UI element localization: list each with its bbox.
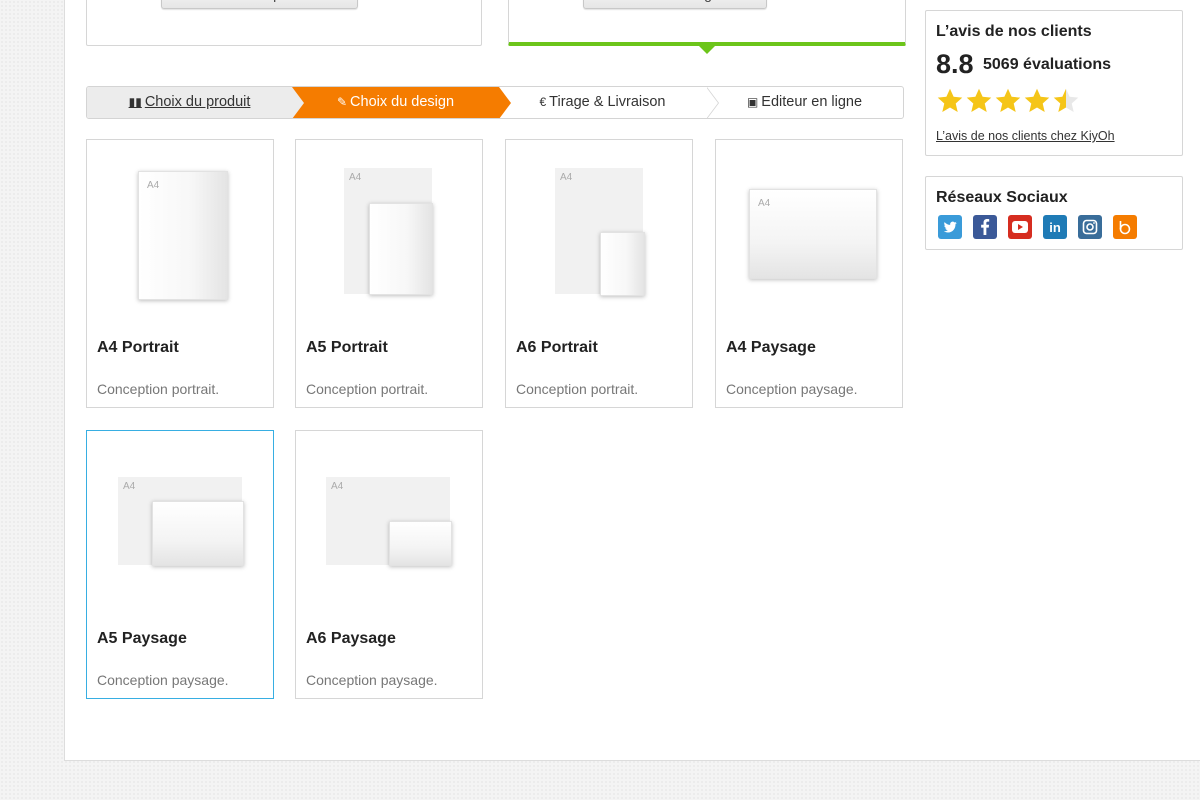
review-score: 8.8 — [936, 49, 974, 79]
facebook-icon[interactable] — [973, 215, 997, 239]
step-separator — [706, 87, 718, 118]
size-label: A4 — [147, 180, 160, 191]
step-separator — [499, 87, 511, 118]
assemble-product-button[interactable]: Assembler mon produit — [161, 0, 358, 9]
step-label: Choix du design — [350, 94, 455, 110]
a5-sheet-preview — [369, 203, 433, 295]
product-card-a5-landscape[interactable]: A4 A5 Paysage Conception paysage. — [86, 430, 274, 699]
star-half-icon — [1053, 88, 1079, 112]
step-product-choice[interactable]: ▮▮ Choix du produit — [87, 87, 292, 118]
star-full-icon — [1024, 88, 1050, 112]
design-icon: ✎ — [336, 95, 348, 109]
card-description: Conception paysage. — [306, 672, 438, 688]
size-label: A4 — [331, 481, 344, 492]
size-label: A4 — [758, 198, 771, 209]
card-title: A6 Portrait — [516, 339, 598, 356]
social-networks-widget: Réseaux Sociaux in — [925, 176, 1183, 250]
product-card-a4-landscape[interactable]: A4 A4 Paysage Conception paysage. — [715, 139, 903, 408]
kiyoh-reviews-link[interactable]: L’avis de nos clients chez KiyOh — [936, 129, 1115, 143]
step-navigation: ▮▮ Choix du produit ✎ Choix du design € … — [86, 86, 904, 119]
a4-landscape-sheet-preview: A4 — [749, 189, 877, 279]
size-label: A4 — [560, 172, 573, 183]
social-title: Réseaux Sociaux — [936, 189, 1068, 206]
social-icons: in — [938, 215, 1137, 239]
step-label: Editeur en ligne — [761, 94, 863, 110]
step-separator — [292, 87, 304, 118]
product-card-a4-portrait[interactable]: A4 A4 Portrait Conception portrait. — [86, 139, 274, 408]
card-description: Conception paysage. — [726, 381, 858, 397]
step-online-editor[interactable]: ▣ Editeur en ligne — [706, 87, 903, 118]
size-label: A4 — [123, 481, 136, 492]
step-label: Choix du produit — [144, 94, 251, 110]
go-to-editor-button[interactable]: Vers l'éditeur en ligne — [583, 0, 767, 9]
twitter-icon[interactable] — [938, 215, 962, 239]
star-full-icon — [966, 88, 992, 112]
review-count: 5069 évaluations — [983, 56, 1112, 73]
card-description: Conception paysage. — [97, 672, 229, 688]
euro-icon: € — [539, 95, 547, 109]
linkedin-icon[interactable]: in — [1043, 215, 1067, 239]
a4-sheet-preview: A4 — [138, 171, 228, 300]
card-description: Conception portrait. — [97, 381, 220, 397]
product-card-a6-portrait[interactable]: A4 A6 Portrait Conception portrait. — [505, 139, 693, 408]
card-title: A4 Portrait — [97, 339, 179, 356]
star-full-icon — [937, 88, 963, 112]
online-editor-box: Vers l'éditeur en ligne — [508, 0, 906, 54]
youtube-icon[interactable] — [1008, 215, 1032, 239]
step-label: Tirage & Livraison — [549, 94, 666, 110]
editor-icon: ▣ — [746, 95, 759, 109]
product-card-a6-landscape[interactable]: A4 A6 Paysage Conception paysage. — [295, 430, 483, 699]
card-description: Conception portrait. — [516, 381, 639, 397]
star-full-icon — [995, 88, 1021, 112]
card-title: A4 Paysage — [726, 339, 816, 356]
card-title: A6 Paysage — [306, 630, 396, 647]
products-icon: ▮▮ — [128, 95, 142, 109]
a5-landscape-sheet-preview — [152, 501, 244, 566]
blog-icon[interactable] — [1113, 215, 1137, 239]
instagram-icon[interactable] — [1078, 215, 1102, 239]
card-title: A5 Paysage — [97, 630, 187, 647]
step-printing-delivery[interactable]: € Tirage & Livraison — [499, 87, 706, 118]
card-description: Conception portrait. — [306, 381, 429, 397]
a6-landscape-sheet-preview — [389, 521, 452, 566]
a6-sheet-preview — [600, 232, 645, 296]
reviews-title: L’avis de nos clients — [936, 23, 1092, 40]
card-title: A5 Portrait — [306, 339, 388, 356]
star-rating — [936, 87, 1080, 115]
customer-reviews-widget: L’avis de nos clients 8.8 5069 évaluatio… — [925, 10, 1183, 156]
size-label: A4 — [349, 172, 362, 183]
assemble-box: Assembler mon produit — [86, 0, 482, 46]
product-card-a5-portrait[interactable]: A4 A5 Portrait Conception portrait. — [295, 139, 483, 408]
step-design-choice[interactable]: ✎ Choix du design — [292, 87, 499, 118]
